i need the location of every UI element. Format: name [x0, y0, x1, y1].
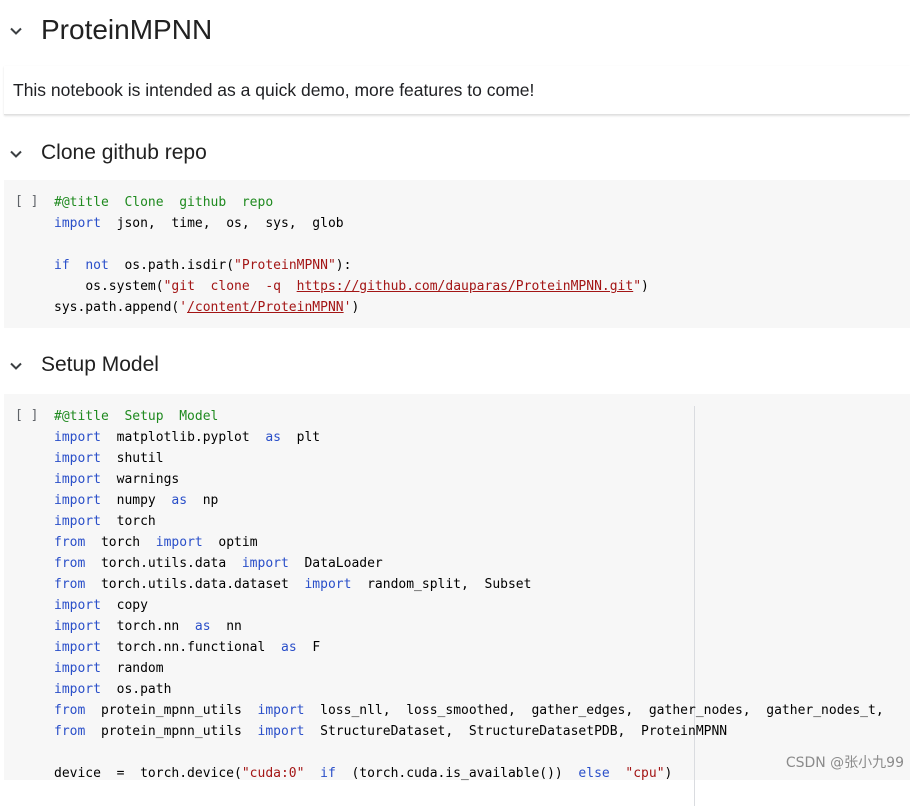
code-line: if not os.path.isdir("ProteinMPNN"): [54, 258, 352, 273]
chevron-down-icon[interactable] [8, 23, 24, 39]
chevron-down-icon[interactable] [8, 358, 24, 374]
section-title: ProteinMPNN [41, 14, 213, 45]
code-line: #@title Setup Model [54, 409, 219, 424]
code-line: import json, time, os, sys, glob [54, 216, 344, 231]
text-cell[interactable]: This notebook is intended as a quick dem… [4, 66, 910, 115]
code-line: import numpy as np [54, 493, 219, 508]
code-line: import random [54, 661, 164, 676]
path-link[interactable]: /content/ProteinMPNN [187, 300, 344, 315]
run-cell-button[interactable]: [ ] [15, 408, 38, 423]
notebook-description: This notebook is intended as a quick dem… [13, 80, 535, 100]
chevron-down-icon[interactable] [8, 146, 24, 162]
section-header-setup: Setup Model [0, 352, 910, 380]
code-line: device = torch.device("cuda:0" if (torch… [54, 766, 673, 781]
code-line: from torch import optim [54, 535, 258, 550]
code-line: from torch.utils.data import DataLoader [54, 556, 383, 571]
section-header-proteinmpnn: ProteinMPNN [0, 12, 910, 50]
section-title: Setup Model [41, 353, 159, 376]
code-line: import torch [54, 514, 156, 529]
code-line: sys.path.append('/content/ProteinMPNN') [54, 300, 360, 315]
code-line: import warnings [54, 472, 180, 487]
code-line: import torch.nn.functional as F [54, 640, 321, 655]
section-header-clone: Clone github repo [0, 140, 910, 168]
code-cell-setup[interactable]: [ ] #@title Setup Model import matplotli… [4, 394, 910, 806]
code-line: #@title Clone github repo [54, 195, 274, 210]
code-line: import shutil [54, 451, 164, 466]
code-cell-clone[interactable]: [ ] #@title Clone github repo import jso… [4, 180, 910, 328]
code-line: os.system("git clone -q https://github.c… [85, 279, 649, 294]
code-line: import matplotlib.pyplot as plt [54, 430, 321, 445]
code-editor[interactable]: #@title Setup Model import matplotlib.py… [54, 406, 884, 784]
code-line: import copy [54, 598, 148, 613]
repo-link[interactable]: https://github.com/dauparas/ProteinMPNN.… [297, 279, 634, 294]
code-line: import torch.nn as nn [54, 619, 242, 634]
section-title: Clone github repo [41, 141, 207, 164]
code-line: from protein_mpnn_utils import Structure… [54, 724, 728, 739]
watermark: CSDN @张小九99 [785, 755, 904, 771]
code-editor[interactable]: #@title Clone github repo import json, t… [54, 192, 649, 318]
run-cell-button[interactable]: [ ] [15, 194, 38, 209]
code-line: import os.path [54, 682, 172, 697]
code-line: from protein_mpnn_utils import loss_nll,… [54, 703, 884, 718]
code-line: from torch.utils.data.dataset import ran… [54, 577, 532, 592]
